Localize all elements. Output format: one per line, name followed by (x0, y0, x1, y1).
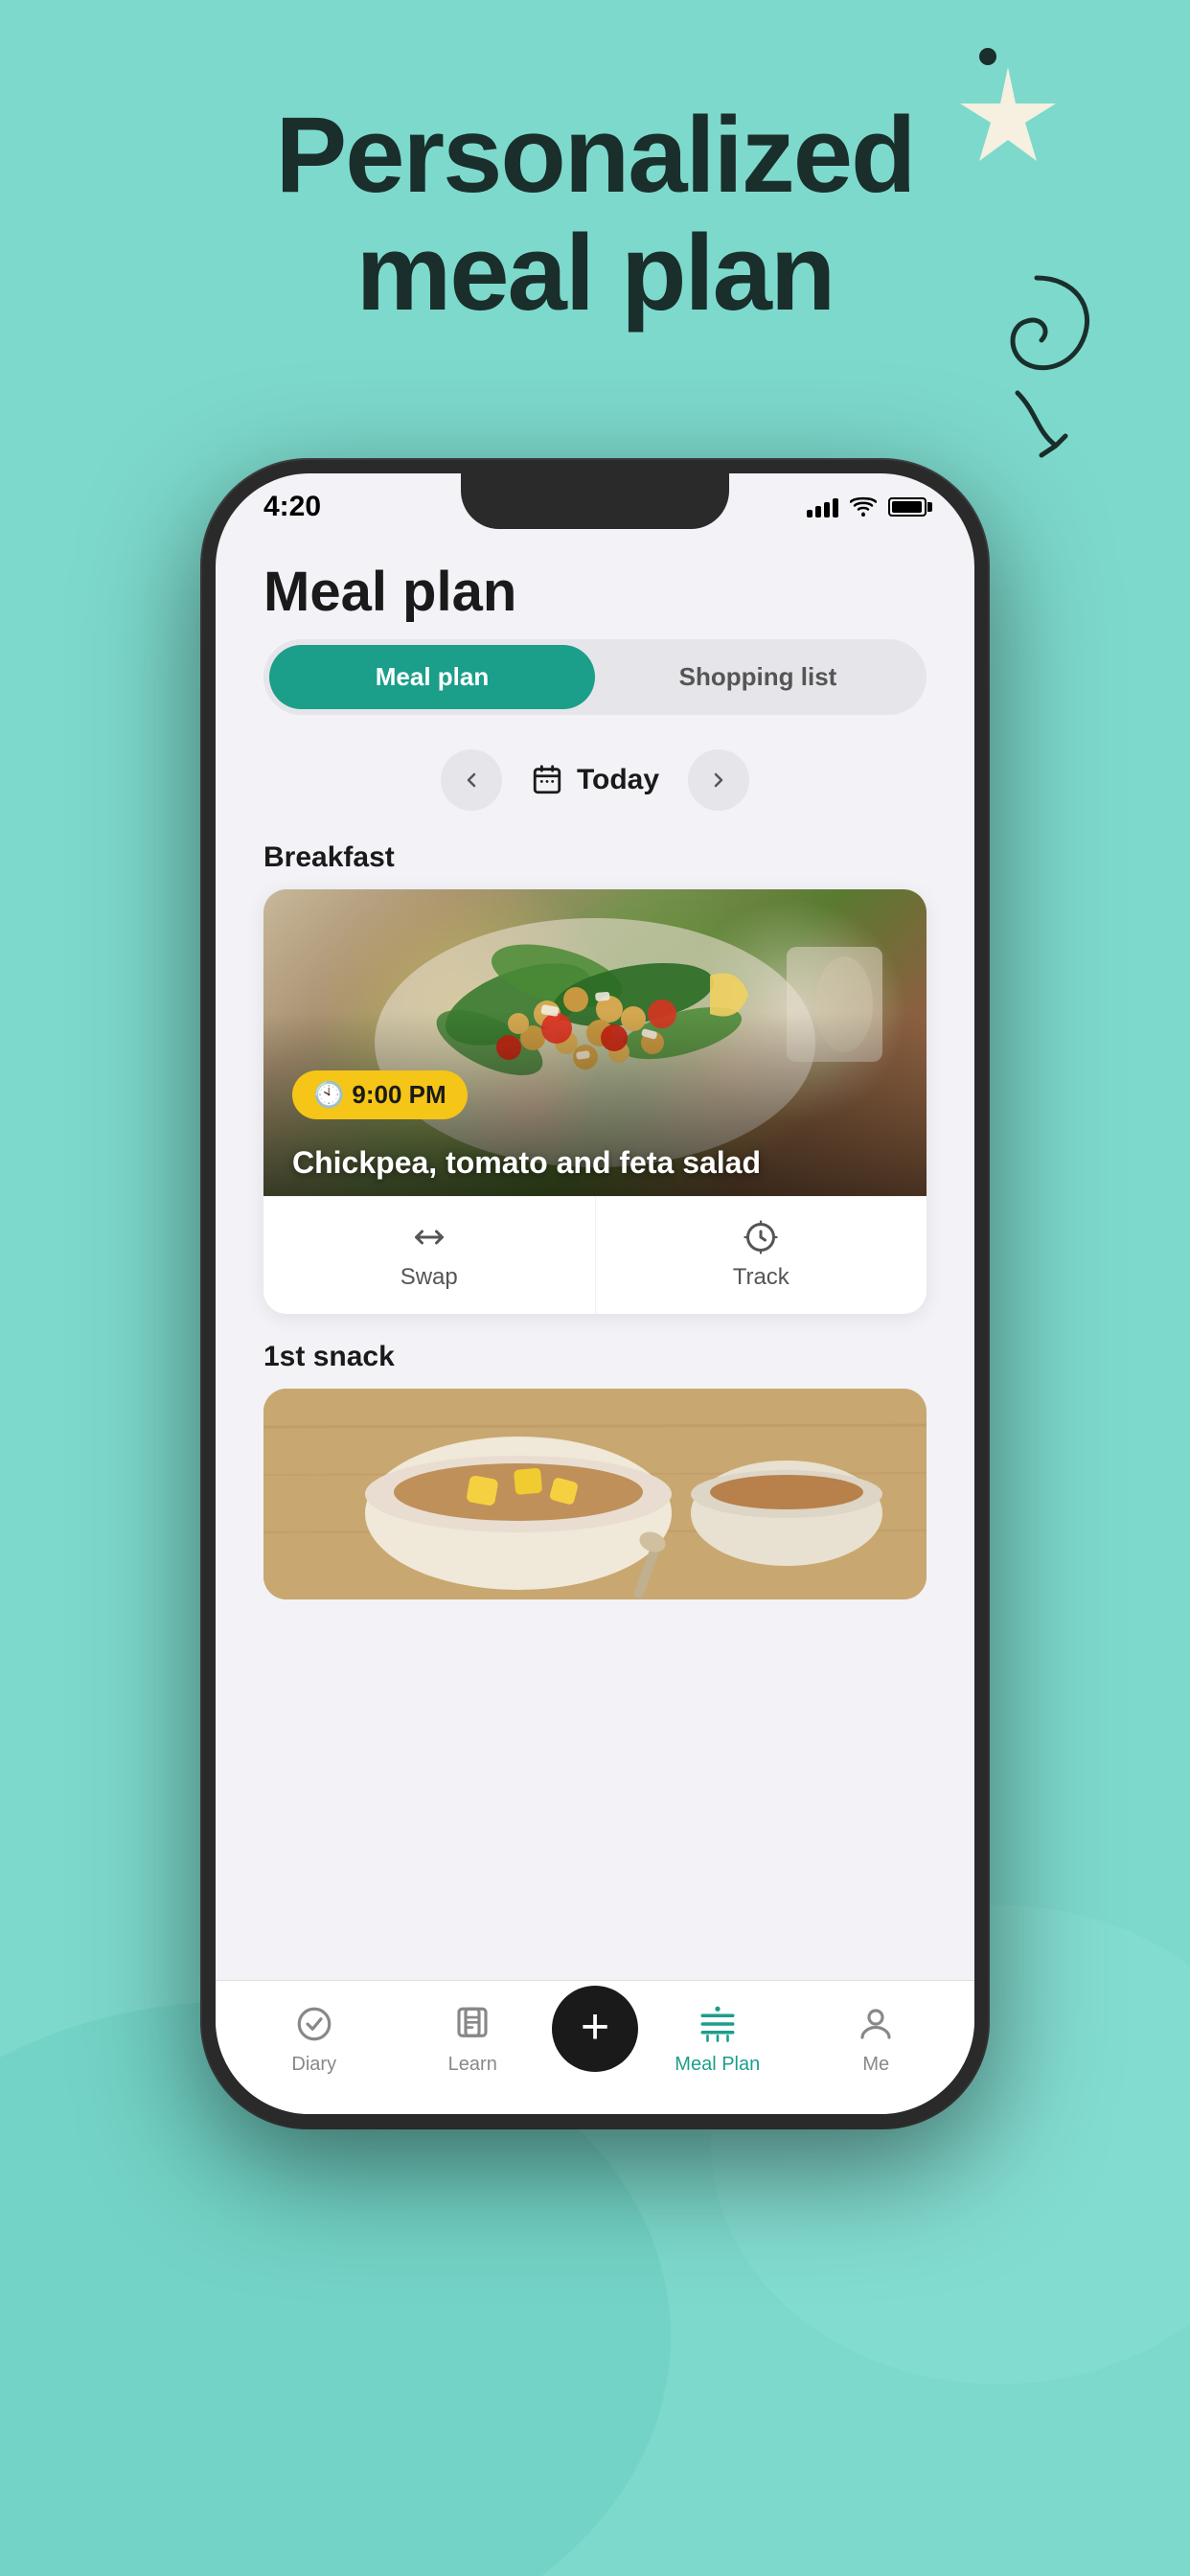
meal-time: 9:00 PM (352, 1080, 446, 1110)
nav-diary[interactable]: Diary (235, 2000, 394, 2076)
swirl-decoration (960, 268, 1113, 465)
phone-mockup: 4:20 (202, 460, 988, 2128)
tab-segment: Meal plan Shopping list (263, 639, 927, 715)
phone-outer-frame: 4:20 (202, 460, 988, 2128)
date-text: Today (577, 764, 659, 796)
snack-image (263, 1389, 927, 1599)
page-title: Meal plan (263, 560, 927, 624)
page-header: Meal plan (216, 540, 974, 639)
me-label: Me (862, 2054, 889, 2076)
plus-icon: + (581, 2002, 609, 2052)
swap-label: Swap (400, 1264, 458, 1291)
sparkle-decoration (960, 67, 1056, 168)
nav-me[interactable]: Me (797, 2000, 956, 2076)
nav-learn[interactable]: Learn (394, 2000, 553, 2076)
signal-icon (807, 496, 838, 518)
date-nav: Today (216, 734, 974, 834)
phone-screen: 4:20 (216, 473, 974, 2114)
phone-notch (461, 473, 729, 529)
learn-icon (448, 2000, 496, 2048)
snack-image-svg (263, 1389, 927, 1599)
wifi-icon (850, 496, 877, 518)
diary-label: Diary (291, 2054, 336, 2076)
track-icon (744, 1220, 778, 1254)
snack-card (263, 1389, 927, 1599)
sparkle-dot (979, 48, 996, 65)
sparkle-star-icon (960, 67, 1056, 163)
meal-plan-label: Meal Plan (675, 2054, 760, 2076)
swirl-icon (960, 268, 1113, 460)
chevron-right-icon (707, 769, 730, 792)
status-time: 4:20 (263, 491, 321, 523)
breakfast-label: Breakfast (216, 834, 974, 889)
diary-icon (290, 2000, 338, 2048)
me-icon (852, 2000, 900, 2048)
nav-meal-plan[interactable]: Meal Plan (638, 2000, 797, 2076)
meal-title: Chickpea, tomato and feta salad (292, 1144, 898, 1181)
current-date: Today (531, 764, 659, 796)
meal-image-container: 🕙 9:00 PM Chickpea, tomato and feta sala… (263, 889, 927, 1196)
meal-actions: Swap Track (263, 1196, 927, 1314)
add-button[interactable]: + (552, 1986, 638, 2072)
swap-icon (412, 1220, 446, 1254)
chevron-left-icon (460, 769, 483, 792)
next-date-button[interactable] (688, 749, 749, 811)
meal-plan-icon (694, 2000, 742, 2048)
learn-label: Learn (448, 2054, 497, 2076)
status-icons (807, 496, 927, 518)
calendar-icon (531, 764, 563, 796)
battery-icon (888, 497, 927, 517)
tab-shopping-list[interactable]: Shopping list (595, 645, 921, 709)
prev-date-button[interactable] (441, 749, 502, 811)
swap-button[interactable]: Swap (263, 1197, 595, 1314)
clock-emoji: 🕙 (313, 1080, 344, 1110)
app-content: Meal plan Meal plan Shopping list (216, 531, 974, 2104)
breakfast-card: 🕙 9:00 PM Chickpea, tomato and feta sala… (263, 889, 927, 1314)
bottom-nav: Diary Learn + (216, 1980, 974, 2114)
snack-label: 1st snack (216, 1333, 974, 1389)
track-label: Track (733, 1264, 790, 1291)
track-button[interactable]: Track (595, 1197, 927, 1314)
tab-meal-plan[interactable]: Meal plan (269, 645, 595, 709)
meal-time-badge: 🕙 9:00 PM (292, 1070, 468, 1119)
